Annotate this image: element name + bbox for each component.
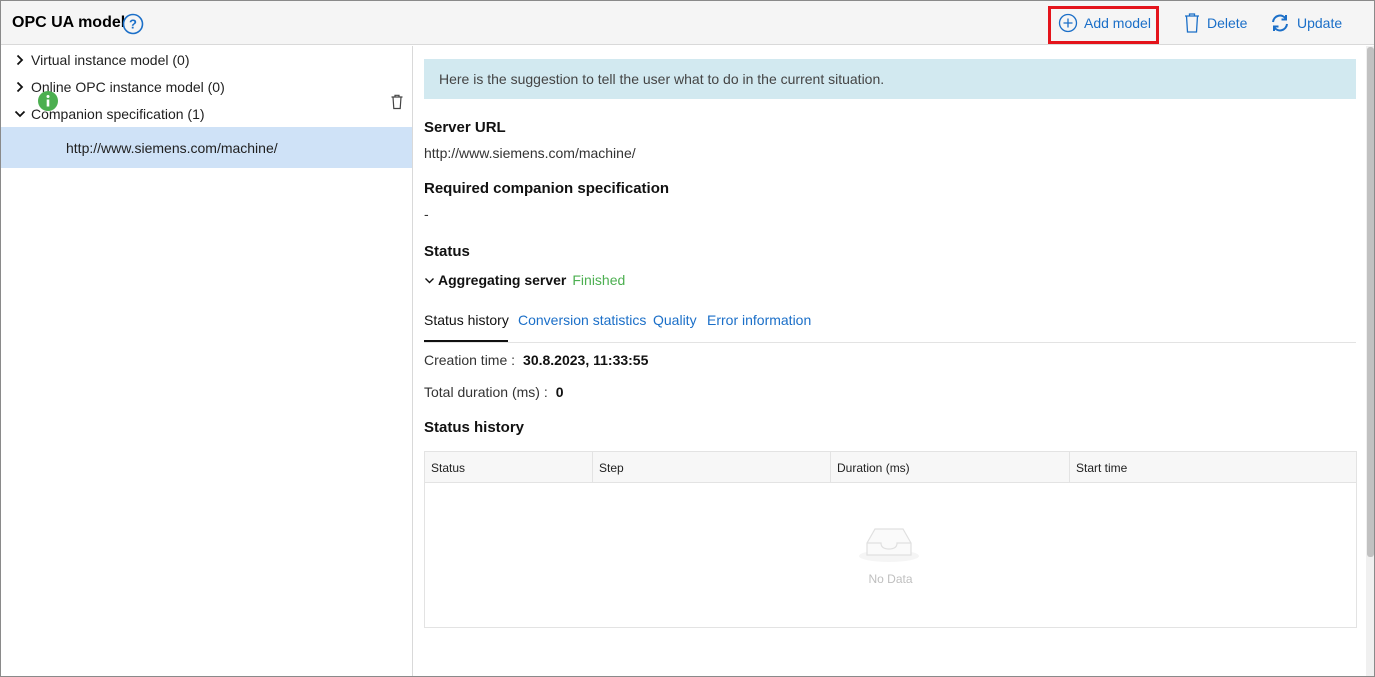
add-model-button[interactable]: Add model — [1058, 11, 1151, 35]
chevron-down-icon[interactable] — [14, 108, 26, 120]
svg-text:?: ? — [129, 17, 137, 32]
scrollbar-thumb[interactable] — [1367, 47, 1374, 557]
detail-tabs: Status history Conversion statistics Qua… — [424, 310, 1356, 343]
trash-icon — [1185, 13, 1199, 33]
plus-circle-icon — [1058, 13, 1078, 33]
info-banner: Here is the suggestion to tell the user … — [424, 59, 1356, 99]
status-history-table: Status Step Duration (ms) Start time No … — [424, 451, 1357, 628]
server-url-value: http://www.siemens.com/machine/ — [424, 145, 636, 161]
add-model-label: Add model — [1084, 15, 1151, 31]
column-header-status[interactable]: Status — [425, 452, 593, 483]
total-duration-value: 0 — [555, 384, 564, 400]
required-spec-title: Required companion specification — [424, 180, 670, 197]
tab-status-history[interactable]: Status history — [424, 312, 509, 328]
delete-button[interactable]: Delete — [1183, 11, 1247, 35]
trash-icon[interactable] — [390, 94, 404, 110]
update-label: Update — [1297, 15, 1343, 31]
creation-time-value: 30.8.2023, 11:33:55 — [523, 352, 649, 368]
tab-conversion-statistics[interactable]: Conversion statistics — [518, 312, 646, 328]
help-circle-icon[interactable]: ? — [122, 13, 144, 35]
required-spec-value: - — [424, 206, 429, 222]
tree-child-label: http://www.siemens.com/machine/ — [66, 140, 278, 156]
server-url-title: Server URL — [424, 119, 506, 136]
total-duration-label: Total duration (ms) : — [424, 384, 548, 400]
creation-time-label: Creation time : — [424, 352, 516, 368]
tree-item-label: Online OPC instance model (0) — [31, 79, 225, 95]
tree-item-virtual-instance-model[interactable]: Virtual instance model (0) — [14, 50, 189, 70]
chevron-right-icon[interactable] — [14, 54, 26, 66]
model-tree: Virtual instance model (0) Online OPC in… — [1, 46, 413, 676]
header-bar: OPC UA model ? Add model Delete Update — [1, 1, 1374, 45]
status-badge: Finished — [572, 272, 626, 288]
tab-quality[interactable]: Quality — [653, 312, 697, 328]
update-button[interactable]: Update — [1269, 11, 1342, 35]
table-header: Status Step Duration (ms) Start time — [425, 452, 1356, 483]
chevron-right-icon[interactable] — [14, 81, 26, 93]
empty-inbox-icon — [859, 528, 919, 562]
status-aggregating-server[interactable]: Aggregating server Finished — [424, 272, 625, 288]
column-header-step[interactable]: Step — [593, 452, 831, 483]
empty-state-text: No Data — [868, 572, 913, 586]
tree-item-label: Virtual instance model (0) — [31, 52, 190, 68]
tab-error-information[interactable]: Error information — [707, 312, 811, 328]
chevron-down-icon[interactable] — [424, 275, 435, 286]
column-header-start-time[interactable]: Start time — [1070, 452, 1356, 483]
page-title: OPC UA model — [12, 14, 126, 31]
delete-label: Delete — [1207, 15, 1248, 31]
status-server-label: Aggregating server — [438, 272, 567, 288]
status-history-title: Status history — [424, 419, 525, 436]
active-tab-indicator — [424, 340, 508, 342]
info-icon — [38, 91, 58, 111]
detail-panel: Here is the suggestion to tell the user … — [414, 46, 1369, 676]
creation-time: Creation time : 30.8.2023, 11:33:55 — [424, 352, 648, 368]
status-title: Status — [424, 243, 470, 260]
refresh-icon — [1272, 14, 1288, 32]
column-header-duration[interactable]: Duration (ms) — [831, 452, 1070, 483]
total-duration: Total duration (ms) : 0 — [424, 384, 564, 400]
